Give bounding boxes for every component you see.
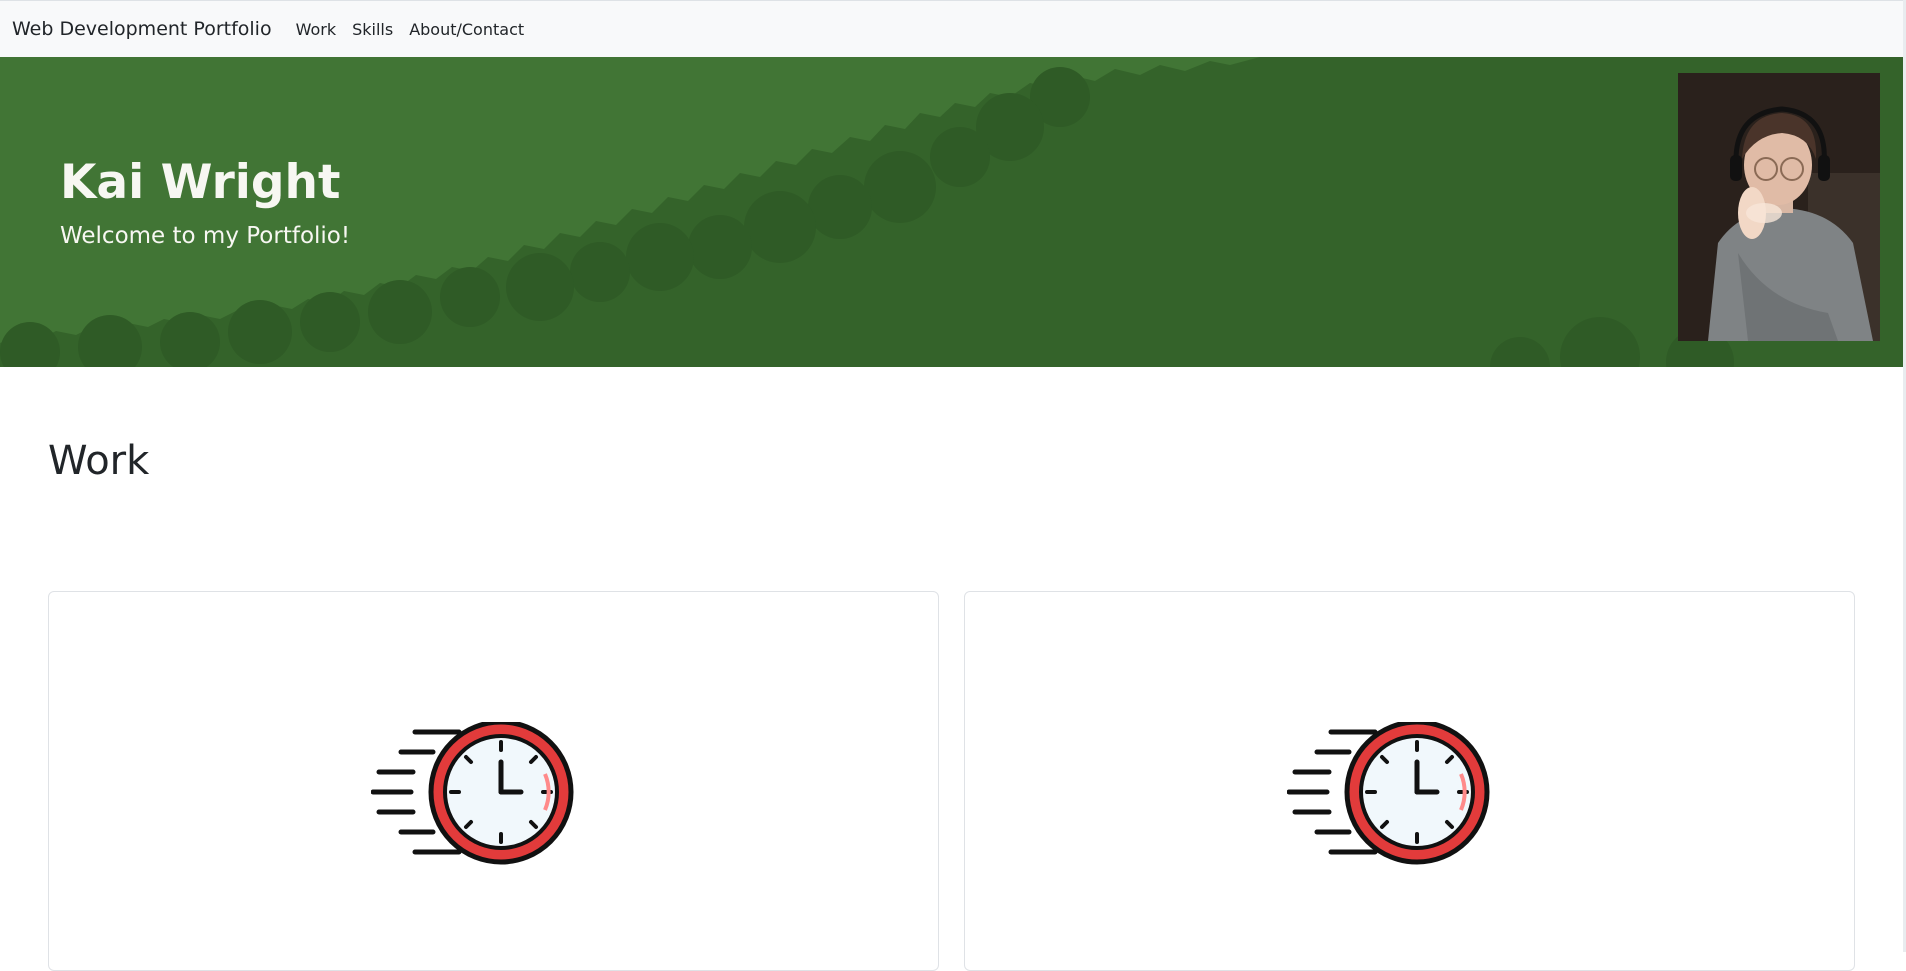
- work-card[interactable]: [964, 591, 1855, 971]
- hero-subtitle: Welcome to my Portfolio!: [60, 223, 351, 249]
- nav-links: Work Skills About/Contact: [296, 20, 525, 39]
- profile-photo: [1678, 73, 1880, 341]
- nav-link-work[interactable]: Work: [296, 20, 337, 39]
- hero-banner: Kai Wright Welcome to my Portfolio!: [0, 57, 1906, 367]
- hero-title: Kai Wright: [60, 155, 341, 210]
- fast-clock-icon: [371, 722, 574, 865]
- navbar: Web Development Portfolio Work Skills Ab…: [0, 0, 1906, 57]
- fast-clock-icon: [1287, 722, 1490, 865]
- forest-background: [0, 57, 1906, 367]
- nav-link-skills[interactable]: Skills: [352, 20, 393, 39]
- work-card[interactable]: [48, 591, 939, 971]
- nav-link-about-contact[interactable]: About/Contact: [409, 20, 524, 39]
- work-heading: Work: [48, 438, 150, 484]
- navbar-brand[interactable]: Web Development Portfolio: [12, 18, 272, 40]
